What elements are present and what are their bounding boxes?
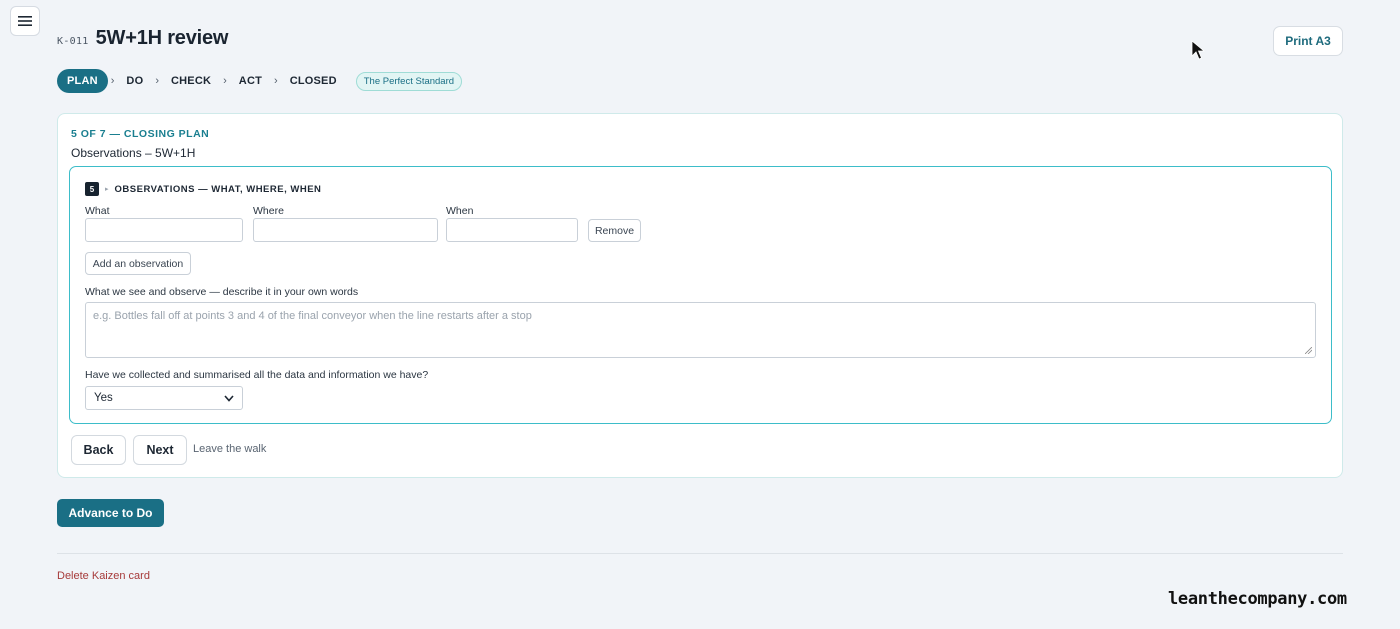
chevron-down-icon (224, 394, 234, 402)
stage-act[interactable]: ACT (230, 69, 271, 93)
watermark: leanthecompany.com (1168, 589, 1347, 609)
stage-check[interactable]: CHECK (162, 69, 220, 93)
stage-separator: › (155, 75, 159, 87)
where-input[interactable] (253, 218, 438, 242)
mouse-pointer-icon (1191, 40, 1205, 60)
stage-separator: › (274, 75, 278, 87)
remove-button[interactable]: Remove (588, 219, 641, 242)
stage-separator: › (223, 75, 227, 87)
when-input[interactable] (446, 218, 578, 242)
stage-stepper: PLAN › DO › CHECK › ACT › CLOSED The Per… (57, 69, 463, 93)
select-value: Yes (94, 392, 113, 404)
next-button[interactable]: Next (133, 435, 187, 465)
advance-to-do-button[interactable]: Advance to Do (57, 499, 164, 527)
stage-separator: › (110, 75, 115, 87)
expand-caret-icon: ▸ (105, 186, 109, 193)
what-input[interactable] (85, 218, 243, 242)
when-label: When (446, 205, 474, 217)
back-button[interactable]: Back (71, 435, 126, 465)
what-label: What (85, 205, 110, 217)
step-label: 5 OF 7 — CLOSING PLAN (71, 128, 210, 140)
observations-section: 5 ▸ OBSERVATIONS — WHAT, WHERE, WHEN Wha… (69, 166, 1332, 424)
page-header: K-011 5W+1H review (57, 27, 228, 50)
section-header[interactable]: 5 ▸ OBSERVATIONS — WHAT, WHERE, WHEN (85, 182, 321, 196)
where-label: Where (253, 205, 284, 217)
step-panel: 5 OF 7 — CLOSING PLAN Observations – 5W+… (57, 113, 1343, 478)
describe-textarea[interactable]: e.g. Bottles fall off at points 3 and 4 … (85, 302, 1316, 358)
resize-grip-icon[interactable] (1305, 347, 1312, 354)
step-subtitle: Observations – 5W+1H (71, 146, 196, 160)
section-title: OBSERVATIONS — WHAT, WHERE, WHEN (114, 183, 322, 195)
stage-closed[interactable]: CLOSED (281, 69, 346, 93)
add-observation-button[interactable]: Add an observation (85, 252, 191, 275)
print-a3-button[interactable]: Print A3 (1273, 26, 1343, 56)
hamburger-icon (18, 16, 32, 26)
delete-card-link[interactable]: Delete Kaizen card (57, 570, 150, 582)
page-title: 5W+1H review (95, 27, 229, 49)
data-collected-select[interactable]: Yes (85, 386, 243, 410)
leave-walk-link[interactable]: Leave the walk (193, 443, 266, 455)
stage-plan[interactable]: PLAN (57, 69, 108, 93)
describe-label: What we see and observe — describe it in… (85, 286, 359, 298)
card-id: K-011 (57, 36, 89, 47)
divider (57, 553, 1343, 554)
section-number: 5 (85, 182, 99, 196)
question-label: Have we collected and summarised all the… (85, 369, 429, 381)
describe-placeholder: e.g. Bottles fall off at points 3 and 4 … (93, 310, 532, 322)
standard-tag: The Perfect Standard (355, 71, 463, 91)
menu-button[interactable] (10, 6, 40, 36)
stage-do[interactable]: DO (117, 69, 152, 93)
